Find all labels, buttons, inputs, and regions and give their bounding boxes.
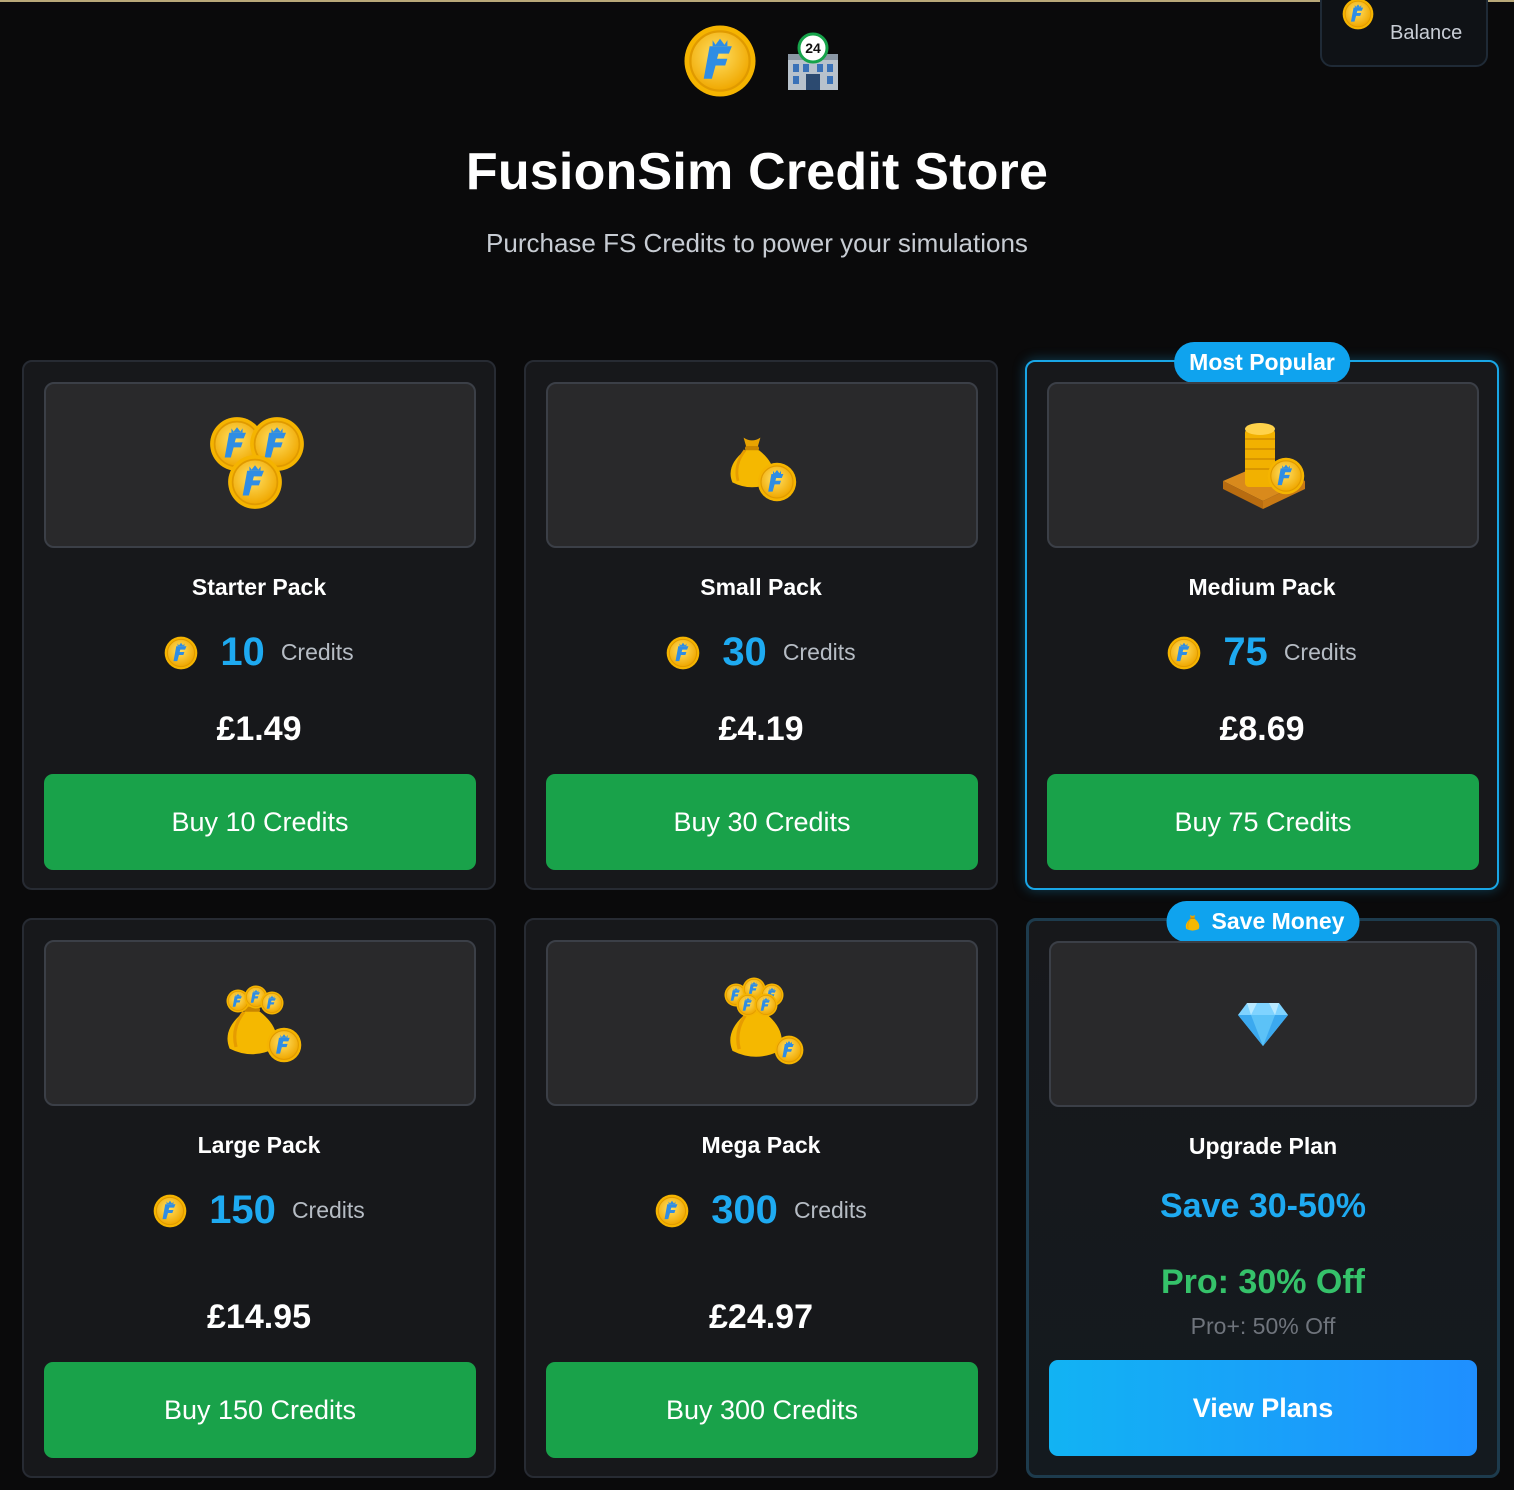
credits-row: 30 Credits <box>526 630 996 675</box>
save-percentage: Save 30-50% <box>1159 1187 1367 1225</box>
pack-name: Large Pack <box>197 1132 321 1158</box>
pro-plus-discount: Pro+: 50% Off <box>1190 1313 1336 1339</box>
pack-card-mega: Mega Pack 300 Credits £24.97 Buy 300 Cre… <box>524 918 998 1478</box>
credits-row: 300 Credits <box>526 1188 996 1233</box>
credits-label: Credits <box>793 1197 867 1223</box>
credits-amount: 150 <box>209 1188 276 1232</box>
credits-label: Credits <box>280 639 354 665</box>
coin-icon <box>153 1194 187 1228</box>
badge-label: Save Money <box>1211 908 1345 934</box>
credits-amount: 300 <box>711 1188 778 1232</box>
svg-text:24: 24 <box>805 40 821 56</box>
plan-title: Upgrade Plan <box>1188 1133 1338 1159</box>
pack-card-medium: Most Popular Medium Pack 75 Credits £8.6… <box>1025 342 1499 890</box>
coin-stack-icon <box>1223 423 1305 509</box>
pack-image <box>546 382 978 548</box>
pro-discount: Pro: 30% Off <box>1160 1263 1366 1301</box>
pack-card-large: Large Pack 150 Credits £14.95 Buy 150 Cr… <box>22 918 496 1478</box>
money-bag-icon <box>1182 911 1204 933</box>
page-title: FusionSim Credit Store <box>465 143 1049 201</box>
pack-image <box>546 940 978 1106</box>
credits-label: Credits <box>291 1197 365 1223</box>
pack-name: Small Pack <box>700 574 822 600</box>
buy-30-credits-button[interactable]: Buy 30 Credits <box>546 774 978 870</box>
coin-icon <box>655 1194 689 1228</box>
buy-150-credits-button[interactable]: Buy 150 Credits <box>44 1362 476 1458</box>
coins-icon <box>209 416 305 510</box>
coin-icon <box>666 636 700 670</box>
credits-label: Credits <box>782 639 856 665</box>
pack-price: £1.49 <box>216 710 302 748</box>
balance-label: Balance <box>1390 22 1463 44</box>
credits-amount: 75 <box>1223 630 1268 674</box>
coin-icon <box>1167 636 1201 670</box>
pack-price: £8.69 <box>1219 710 1305 748</box>
money-bag-coins-icon <box>225 985 302 1063</box>
credits-row: 10 Credits <box>24 630 494 675</box>
credits-label: Credits <box>1283 639 1357 665</box>
building-24-icon: 24 <box>788 32 838 90</box>
fs-coin-icon <box>683 24 757 98</box>
pack-price: £24.97 <box>709 1298 813 1336</box>
plan-image <box>1049 941 1477 1107</box>
money-bag-icon <box>728 436 797 502</box>
credits-row: 150 Credits <box>24 1188 494 1233</box>
credits-row: 75 Credits <box>1027 630 1497 675</box>
diamond-icon <box>1238 1003 1288 1046</box>
pack-card-starter: Starter Pack 10 Credits £1.49 Buy 10 Cre… <box>22 360 496 890</box>
most-popular-badge: Most Popular <box>1174 342 1350 383</box>
credits-amount: 10 <box>220 630 265 674</box>
credits-amount: 30 <box>722 630 767 674</box>
pack-image <box>1047 382 1479 548</box>
buy-10-credits-button[interactable]: Buy 10 Credits <box>44 774 476 870</box>
page-subtitle: Purchase FS Credits to power your simula… <box>486 228 1028 258</box>
coin-icon <box>1342 0 1374 30</box>
coin-icon <box>164 636 198 670</box>
balance-widget[interactable]: Balance <box>1320 0 1488 67</box>
pack-price: £4.19 <box>718 710 804 748</box>
pack-name: Mega Pack <box>701 1132 821 1158</box>
money-bag-overflowing-icon <box>724 977 804 1065</box>
save-money-badge: Save Money <box>1166 901 1360 942</box>
pack-image <box>44 940 476 1106</box>
view-plans-button[interactable]: View Plans <box>1049 1360 1477 1456</box>
buy-300-credits-button[interactable]: Buy 300 Credits <box>546 1362 978 1458</box>
pack-price: £14.95 <box>207 1298 311 1336</box>
upgrade-plan-card: Save Money Upgrade Plan Save 30-50% Pro:… <box>1026 901 1500 1478</box>
pack-image <box>44 382 476 548</box>
buy-75-credits-button[interactable]: Buy 75 Credits <box>1047 774 1479 870</box>
pack-name: Starter Pack <box>191 574 327 600</box>
pack-name: Medium Pack <box>1188 574 1336 600</box>
pack-card-small: Small Pack 30 Credits £4.19 Buy 30 Credi… <box>524 360 998 890</box>
